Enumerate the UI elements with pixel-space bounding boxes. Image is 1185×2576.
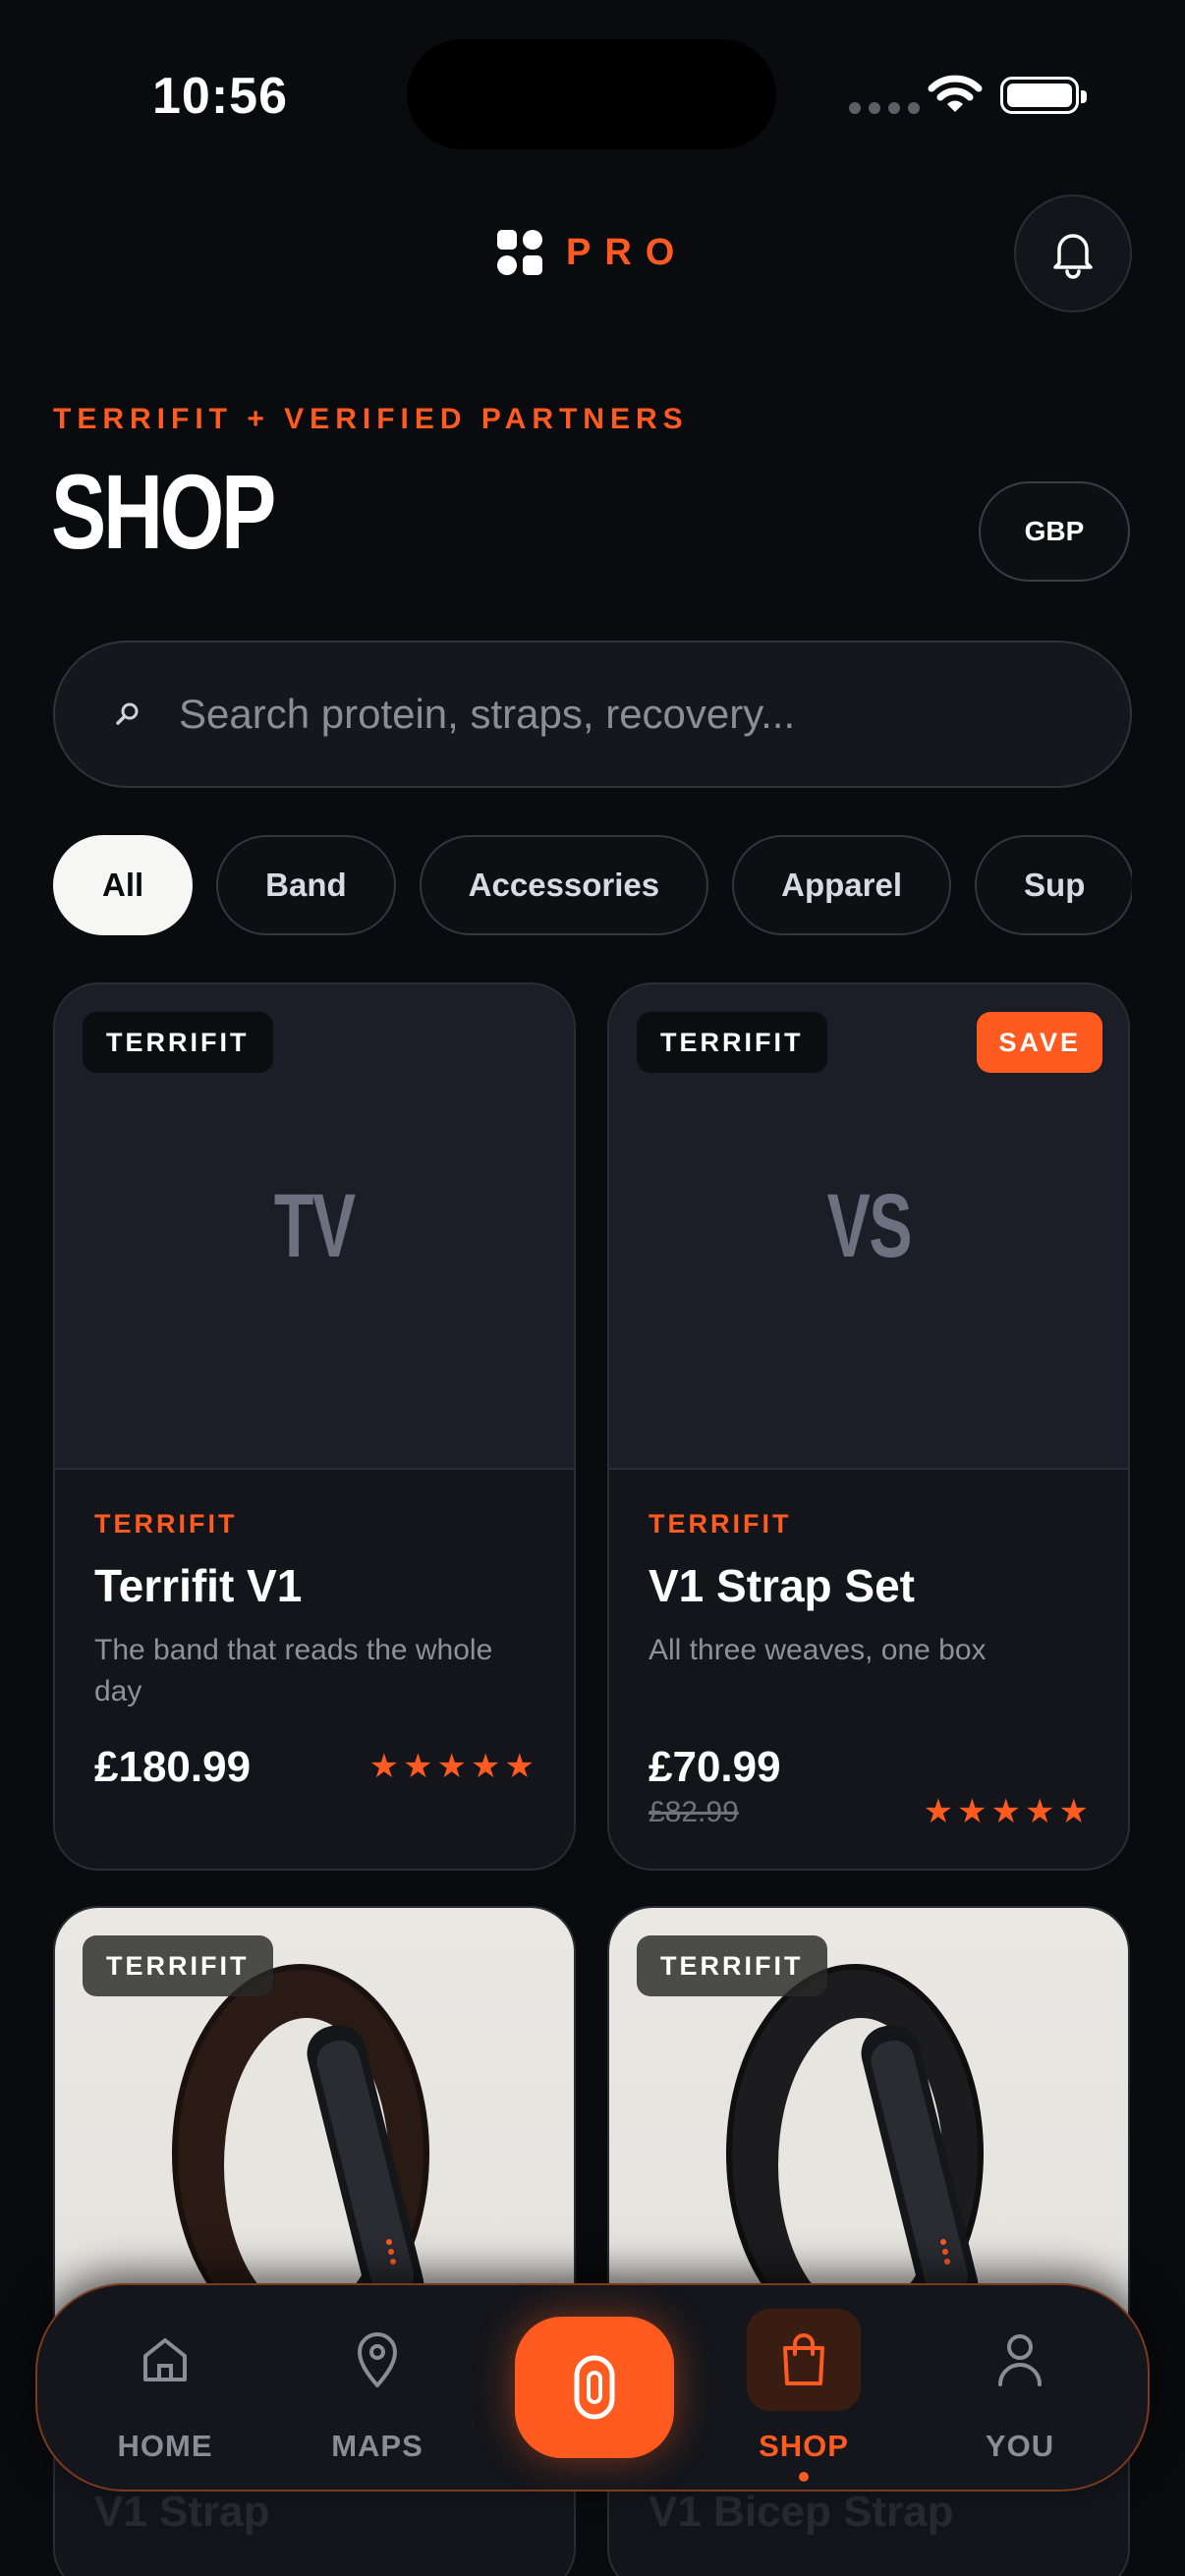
original-price: £82.99 [649,1796,739,1828]
star-icon: ★ [957,1793,988,1830]
user-icon [998,2334,1042,2386]
product-image-placeholder: TERRIFIT TV [55,984,574,1470]
product-initials: VS [826,1175,912,1276]
star-icon: ★ [1025,1793,1055,1830]
page-title: SHOP [51,452,276,571]
star-icon: ★ [923,1793,954,1830]
cellular-signal-icon [849,102,920,114]
logo-mark-icon [497,230,542,275]
product-image-placeholder: TERRIFIT SAVE VS [609,984,1128,1470]
band-icon [574,2355,615,2420]
chip-apparel[interactable]: Apparel [732,835,952,935]
tab-label: MAPS [331,2429,423,2463]
chip-supplements[interactable]: Sup [975,835,1132,935]
tab-you[interactable]: YOU [931,2334,1108,2464]
tab-maps[interactable]: MAPS [289,2332,466,2464]
rating-stars: ★ ★ ★ ★ ★ [924,1792,1089,1831]
product-name: Terrifit V1 [94,1560,303,1611]
chip-band[interactable]: Band [216,835,396,935]
notifications-button[interactable] [1014,195,1132,312]
product-card-terrifit-v1[interactable]: TERRIFIT TV TERRIFIT Terrifit V1 The ban… [53,982,576,1871]
product-card-v1-strap-set[interactable]: TERRIFIT SAVE VS TERRIFIT V1 Strap Set A… [607,982,1130,1871]
battery-icon [1000,77,1087,114]
star-icon: ★ [403,1748,433,1785]
active-indicator [799,2472,809,2482]
star-icon: ★ [368,1748,400,1785]
tab-label: YOU [985,2429,1055,2463]
star-icon: ★ [471,1748,501,1785]
band-sync-button[interactable] [515,2317,674,2458]
product-description: The band that reads the whole day [94,1634,493,1708]
bell-icon [1053,234,1093,279]
product-price: £180.99 [94,1743,252,1791]
star-icon: ★ [504,1748,535,1785]
brand-tag: TERRIFIT [83,1012,273,1073]
product-name: V1 Strap [94,2488,270,2536]
dynamic-island [407,39,776,149]
product-brand: TERRIFIT [649,1509,792,1539]
map-pin-icon [358,2332,397,2387]
product-price: £70.99 [649,1743,781,1791]
star-icon: ★ [1058,1793,1089,1830]
tab-label: SHOP [759,2429,849,2463]
tab-label: HOME [117,2429,213,2463]
app-logo: PRO [497,230,688,275]
home-icon [143,2338,187,2381]
search-bar[interactable] [53,641,1132,788]
currency-selector[interactable]: GBP [979,481,1130,582]
brand-tag: TERRIFIT [637,1935,827,1996]
category-filter: All Band Accessories Apparel Sup [53,835,1132,937]
tab-shop[interactable]: SHOP [715,2309,892,2482]
bottom-tab-bar: HOME MAPS SHOP YOU [35,2283,1150,2492]
chip-accessories[interactable]: Accessories [419,835,709,935]
product-brand: TERRIFIT [94,1509,238,1539]
logo-text: PRO [566,231,689,273]
shop-eyebrow: TERRIFIT + VERIFIED PARTNERS [53,403,689,435]
product-initials: TV [274,1175,356,1276]
search-input[interactable] [179,691,1063,738]
product-name: V1 Bicep Strap [649,2488,954,2536]
wifi-icon [928,75,983,112]
brand-tag: TERRIFIT [637,1012,827,1073]
save-badge: SAVE [977,1012,1102,1073]
rating-stars: ★ ★ ★ ★ ★ [369,1747,535,1786]
star-icon: ★ [990,1793,1022,1830]
brand-tag: TERRIFIT [83,1935,273,1996]
shopping-bag-icon [783,2333,824,2385]
status-time: 10:56 [152,68,288,125]
product-name: V1 Strap Set [649,1560,915,1611]
search-icon [116,702,139,725]
tab-home[interactable]: HOME [77,2338,254,2464]
chip-all[interactable]: All [53,835,194,935]
product-description: All three weaves, one box [649,1634,987,1666]
star-icon: ★ [436,1748,468,1785]
